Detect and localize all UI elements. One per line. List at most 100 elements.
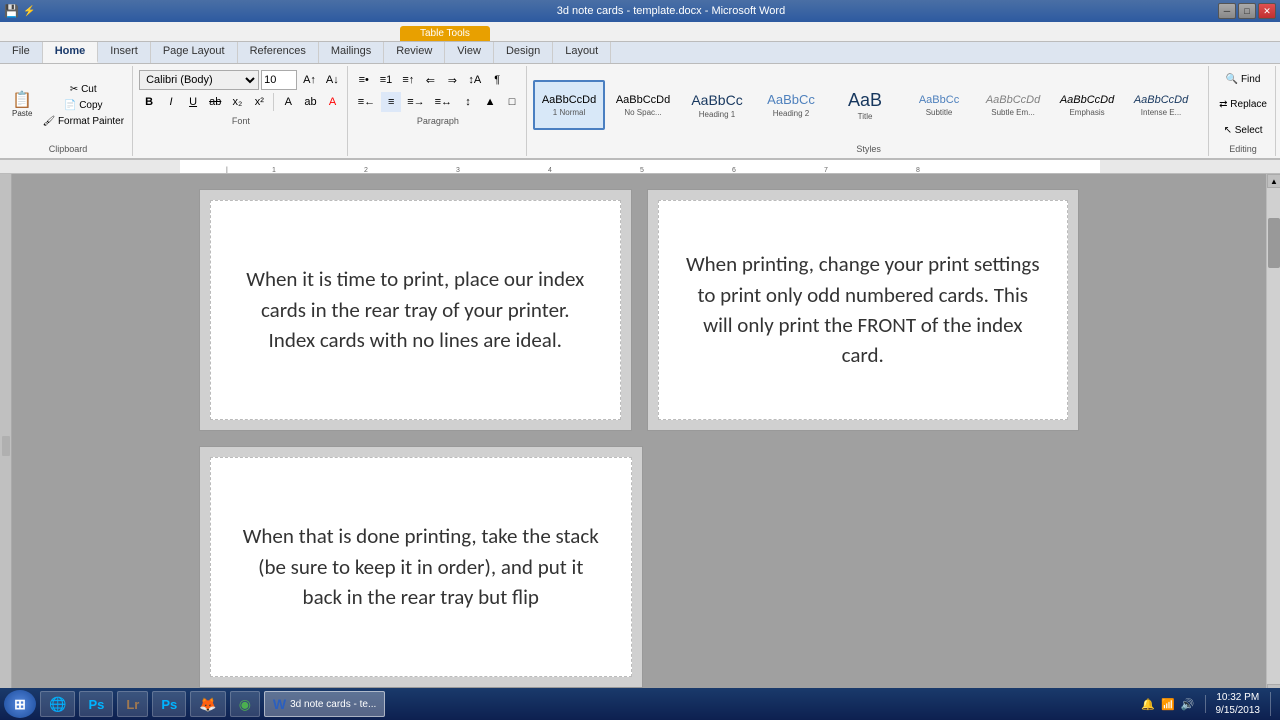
style-emphasis[interactable]: AaBbCcDd Emphasis xyxy=(1051,80,1123,130)
taskbar-ps2[interactable]: Ps xyxy=(152,691,186,717)
style-intense-em[interactable]: AaBbCcDd Intense E... xyxy=(1125,80,1197,130)
style-emphasis-preview: AaBbCcDd xyxy=(1060,93,1114,107)
card1-inner: When it is time to print, place our inde… xyxy=(210,200,621,420)
taskbar-ie[interactable]: 🌐 xyxy=(40,691,75,717)
document-scroll-area[interactable]: When it is time to print, place our inde… xyxy=(12,174,1266,698)
card3-page: When that is done printing, take the sta… xyxy=(199,446,643,688)
shading-button[interactable]: ▲ xyxy=(480,92,500,112)
tab-design[interactable]: Design xyxy=(494,42,553,63)
taskbar-word-label: 3d note cards - te... xyxy=(290,699,376,710)
align-left-button[interactable]: ≡← xyxy=(354,92,379,112)
card2-page: When printing, change your print setting… xyxy=(647,189,1080,431)
justify-button[interactable]: ≡↔ xyxy=(431,92,456,112)
grow-font-button[interactable]: A↑ xyxy=(299,70,320,90)
style-normal[interactable]: AaBbCcDd 1 Normal xyxy=(533,80,605,130)
format-painter-button[interactable]: 🖌 Format Painter xyxy=(38,114,128,129)
text-effects-button[interactable]: A xyxy=(278,92,298,112)
left-scroll-indicator xyxy=(2,436,10,456)
cards-row-2: When that is done printing, take the sta… xyxy=(199,446,1079,688)
tab-layout[interactable]: Layout xyxy=(553,42,611,63)
editing-group: 🔍 Find ⇄ Replace ↖ Select Editing xyxy=(1211,66,1276,156)
bullets-button[interactable]: ≡• xyxy=(354,70,374,90)
shrink-font-button[interactable]: A↓ xyxy=(322,70,343,90)
clipboard-label: Clipboard xyxy=(49,144,88,154)
style-subtitle-preview: AaBbCc xyxy=(919,93,959,107)
line-spacing-button[interactable]: ↕ xyxy=(458,92,478,112)
superscript-button[interactable]: x² xyxy=(249,92,269,112)
style-heading2[interactable]: AaBbCc Heading 2 xyxy=(755,80,827,130)
ribbon-tabs: File Home Insert Page Layout References … xyxy=(0,42,1280,64)
taskbar-lr[interactable]: Lr xyxy=(117,691,148,717)
style-no-spacing[interactable]: AaBbCcDd No Spac... xyxy=(607,80,679,130)
style-normal-label: 1 Normal xyxy=(553,108,585,117)
borders-button[interactable]: □ xyxy=(502,92,522,112)
ruler-mark-8: 7 xyxy=(824,167,828,174)
style-title[interactable]: AaB Title xyxy=(829,80,901,130)
taskbar-word[interactable]: W 3d note cards - te... xyxy=(264,691,385,717)
start-button[interactable]: ⊞ xyxy=(4,690,36,718)
multilevel-list-button[interactable]: ≡↑ xyxy=(398,70,418,90)
subscript-button[interactable]: x₂ xyxy=(227,92,247,112)
tab-mailings[interactable]: Mailings xyxy=(319,42,384,63)
card2-text: When printing, change your print setting… xyxy=(684,249,1043,371)
copy-button[interactable]: 📄 Copy xyxy=(38,98,128,113)
strikethrough-button[interactable]: ab xyxy=(205,92,225,112)
clock-date: 9/15/2013 xyxy=(1216,704,1261,717)
tab-references[interactable]: References xyxy=(238,42,319,63)
decrease-indent-button[interactable]: ⇐ xyxy=(420,70,440,90)
scroll-up-button[interactable]: ▲ xyxy=(1267,174,1280,188)
tab-page-layout[interactable]: Page Layout xyxy=(151,42,238,63)
word-icon: W xyxy=(273,696,286,712)
replace-button[interactable]: ⇄ Replace xyxy=(1215,93,1271,116)
ps-icon: Ps xyxy=(88,697,104,712)
highlight-button[interactable]: ab xyxy=(300,92,320,112)
italic-button[interactable]: I xyxy=(161,92,181,112)
taskbar-chrome[interactable]: ◉ xyxy=(230,691,260,717)
style-strong[interactable]: AaBbCcDd Strong xyxy=(1199,80,1204,130)
bold-button[interactable]: B xyxy=(139,92,159,112)
tab-home[interactable]: Home xyxy=(43,42,99,63)
scroll-thumb[interactable] xyxy=(1268,218,1280,268)
empty-card-slot xyxy=(658,446,1080,688)
numbering-button[interactable]: ≡1 xyxy=(376,70,397,90)
tab-insert[interactable]: Insert xyxy=(98,42,151,63)
scrollbar-right[interactable]: ▲ ▼ xyxy=(1266,174,1280,698)
taskbar-ps[interactable]: Ps xyxy=(79,691,113,717)
align-right-button[interactable]: ≡→ xyxy=(403,92,428,112)
ruler-mark-3: 2 xyxy=(364,167,368,174)
system-clock[interactable]: 10:32 PM 9/15/2013 xyxy=(1216,691,1261,717)
style-normal-preview: AaBbCcDd xyxy=(542,93,596,107)
font-size-input[interactable] xyxy=(261,70,297,90)
align-center-button[interactable]: ≡ xyxy=(381,92,401,112)
document-area: When it is time to print, place our inde… xyxy=(0,174,1280,698)
tab-review[interactable]: Review xyxy=(384,42,445,63)
close-button[interactable]: ✕ xyxy=(1258,3,1276,19)
cut-button[interactable]: ✂ Cut xyxy=(38,82,128,97)
sort-button[interactable]: ↕A xyxy=(464,70,485,90)
font-color-button[interactable]: A xyxy=(323,92,343,112)
maximize-button[interactable]: □ xyxy=(1238,3,1256,19)
style-no-spacing-label: No Spac... xyxy=(624,108,661,117)
style-subtitle[interactable]: AaBbCc Subtitle xyxy=(903,80,975,130)
increase-indent-button[interactable]: ⇒ xyxy=(442,70,462,90)
show-marks-button[interactable]: ¶ xyxy=(487,70,507,90)
taskbar-firefox[interactable]: 🦊 xyxy=(190,691,225,717)
editing-label: Editing xyxy=(1229,144,1257,154)
card2-inner: When printing, change your print setting… xyxy=(658,200,1069,420)
find-button[interactable]: 🔍 Find xyxy=(1222,68,1265,91)
style-intense-em-preview: AaBbCcDd xyxy=(1134,93,1188,107)
underline-button[interactable]: U xyxy=(183,92,203,112)
scroll-track[interactable] xyxy=(1267,188,1280,684)
style-heading1[interactable]: AaBbCc Heading 1 xyxy=(681,80,753,130)
tab-file[interactable]: File xyxy=(0,42,43,63)
paste-button[interactable]: 📋 Paste xyxy=(8,68,36,142)
show-desktop-button[interactable] xyxy=(1270,692,1276,716)
tab-view[interactable]: View xyxy=(445,42,494,63)
font-family-select[interactable]: Calibri (Body) xyxy=(139,70,259,90)
ruler-mark-5: 4 xyxy=(548,167,552,174)
separator1 xyxy=(273,93,274,111)
select-button[interactable]: ↖ Select xyxy=(1220,119,1267,142)
style-subtle-em[interactable]: AaBbCcDd Subtle Em... xyxy=(977,80,1049,130)
minimize-button[interactable]: ─ xyxy=(1218,3,1236,19)
style-title-preview: AaB xyxy=(848,89,882,112)
